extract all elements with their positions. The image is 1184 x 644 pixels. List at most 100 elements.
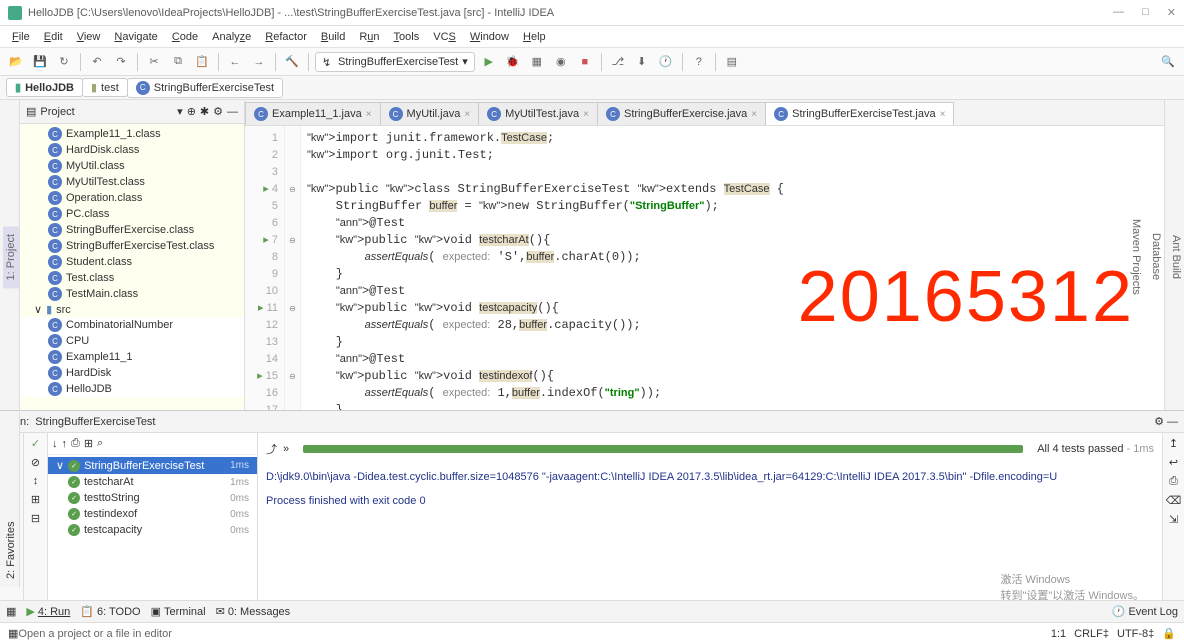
history-icon[interactable]: 🕐	[656, 52, 676, 72]
save-icon[interactable]: 💾	[30, 52, 50, 72]
menu-code[interactable]: Code	[166, 29, 204, 45]
back-icon[interactable]: ←	[225, 52, 245, 72]
editor-tab[interactable]: CStringBufferExercise.java×	[597, 102, 766, 125]
test-item[interactable]: ✓testcharAt1ms	[48, 474, 257, 490]
tab-ant[interactable]: Ant Build	[1168, 227, 1184, 287]
menu-edit[interactable]: Edit	[38, 29, 69, 45]
close-tab-icon[interactable]: ×	[464, 109, 470, 120]
tree-item[interactable]: CHelloJDB	[20, 381, 244, 397]
crumb-file[interactable]: CStringBufferExerciseTest	[127, 78, 283, 98]
redo-icon[interactable]: ↷	[111, 52, 131, 72]
structure-icon[interactable]: ▤	[722, 52, 742, 72]
tree-item[interactable]: CStudent.class	[20, 254, 244, 270]
close-tab-icon[interactable]: ×	[366, 109, 372, 120]
tb-icon[interactable]: ⌕	[97, 437, 103, 450]
menu-file[interactable]: File	[6, 29, 36, 45]
collapse-all-icon[interactable]: ⊟	[31, 512, 40, 525]
menu-refactor[interactable]: Refactor	[259, 29, 313, 45]
tb-icon[interactable]: ⊞	[84, 437, 93, 450]
export-icon[interactable]: ⇲	[1169, 513, 1178, 526]
tree-item[interactable]: CExample11_1	[20, 349, 244, 365]
tab-favorites[interactable]: 2: Favorites	[3, 412, 19, 587]
coverage-icon[interactable]: ▦	[527, 52, 547, 72]
editor-tab[interactable]: CStringBufferExerciseTest.java×	[765, 102, 954, 125]
help-icon[interactable]: ?	[689, 52, 709, 72]
bottom-messages[interactable]: ✉0: Messages	[216, 605, 291, 618]
bottom-todo[interactable]: 📋6: TODO	[80, 605, 140, 618]
forward-icon[interactable]: →	[249, 52, 269, 72]
menu-vcs[interactable]: VCS	[427, 29, 462, 45]
tb-icon[interactable]: ⤴	[266, 441, 277, 457]
paste-icon[interactable]: 📋	[192, 52, 212, 72]
tb-icon[interactable]: ↑	[62, 438, 68, 450]
cut-icon[interactable]: ✂	[144, 52, 164, 72]
maximize-icon[interactable]: □	[1142, 6, 1149, 19]
run-config-combo[interactable]: ↯ StringBufferExerciseTest ▾	[315, 52, 475, 72]
tree-item[interactable]: CMyUtilTest.class	[20, 174, 244, 190]
tree-item[interactable]: CStringBufferExerciseTest.class	[20, 238, 244, 254]
hide-icon[interactable]: —	[227, 106, 238, 118]
fold-gutter[interactable]: ⊖⊖⊖⊖	[285, 126, 301, 410]
tree-item[interactable]: CHardDisk	[20, 365, 244, 381]
tree-item[interactable]: CCPU	[20, 333, 244, 349]
bottom-terminal[interactable]: ▣Terminal	[151, 605, 206, 618]
clear-icon[interactable]: ⌫	[1166, 494, 1182, 507]
tree-item[interactable]: CHardDisk.class	[20, 142, 244, 158]
undo-icon[interactable]: ↶	[87, 52, 107, 72]
pass-filter-icon[interactable]: ✓	[31, 437, 40, 450]
run-button[interactable]: ▶	[479, 52, 499, 72]
build-icon[interactable]: 🔨	[282, 52, 302, 72]
copy-icon[interactable]: ⧉	[168, 52, 188, 72]
test-item[interactable]: ✓testindexof0ms	[48, 506, 257, 522]
locate-icon[interactable]: ⊕	[187, 105, 196, 118]
refresh-icon[interactable]: ↻	[54, 52, 74, 72]
stop-button[interactable]: ■	[575, 52, 595, 72]
collapse-icon[interactable]: ✱	[200, 105, 209, 118]
menu-run[interactable]: Run	[353, 29, 385, 45]
tree-folder-src[interactable]: ∨▮src	[20, 302, 244, 317]
vcs-icon[interactable]: ⎇	[608, 52, 628, 72]
tool-window-icon[interactable]: ▦	[6, 605, 16, 618]
tb-icon[interactable]: ⎙	[71, 437, 80, 450]
settings-icon[interactable]: ⚙	[213, 105, 223, 118]
tree-item[interactable]: CStringBufferExercise.class	[20, 222, 244, 238]
editor-tab[interactable]: CExample11_1.java×	[245, 102, 381, 125]
tree-item[interactable]: CTest.class	[20, 270, 244, 286]
run-settings-icon[interactable]: ⚙ —	[1154, 415, 1178, 428]
editor-tab[interactable]: CMyUtilTest.java×	[478, 102, 598, 125]
lock-icon[interactable]: 🔒	[1162, 627, 1176, 640]
tb-icon[interactable]: »	[283, 443, 289, 455]
encoding[interactable]: UTF-8‡	[1117, 628, 1154, 640]
crumb-folder[interactable]: ▮test	[82, 78, 128, 97]
menu-window[interactable]: Window	[464, 29, 515, 45]
wrap-icon[interactable]: ↩	[1169, 456, 1178, 469]
bottom-run[interactable]: ▶4: Run	[26, 605, 70, 618]
tree-item[interactable]: CPC.class	[20, 206, 244, 222]
expand-icon[interactable]: ⊞	[31, 493, 40, 506]
cursor-pos[interactable]: 1:1	[1051, 628, 1066, 640]
close-icon[interactable]: ✕	[1167, 6, 1176, 19]
bottom-eventlog[interactable]: 🕐Event Log	[1112, 605, 1178, 618]
update-icon[interactable]: ⬇	[632, 52, 652, 72]
menu-help[interactable]: Help	[517, 29, 552, 45]
menu-view[interactable]: View	[71, 29, 107, 45]
line-sep[interactable]: CRLF‡	[1074, 628, 1109, 640]
test-item[interactable]: ∨ ✓StringBufferExerciseTest1ms	[48, 457, 257, 474]
status-icon[interactable]: ▦	[8, 627, 18, 640]
tree-item[interactable]: COperation.class	[20, 190, 244, 206]
close-tab-icon[interactable]: ×	[583, 109, 589, 120]
search-icon[interactable]: 🔍	[1158, 52, 1178, 72]
tree-item[interactable]: CTestMain.class	[20, 286, 244, 302]
tree-item[interactable]: CExample11_1.class	[20, 126, 244, 142]
project-tree[interactable]: CExample11_1.classCHardDisk.classCMyUtil…	[20, 124, 244, 410]
tree-item[interactable]: CCombinatorialNumber	[20, 317, 244, 333]
tree-item[interactable]: CMyUtil.class	[20, 158, 244, 174]
close-tab-icon[interactable]: ×	[751, 109, 757, 120]
console[interactable]: D:\jdk9.0\bin\java -Didea.test.cyclic.bu…	[258, 465, 1162, 600]
menu-build[interactable]: Build	[315, 29, 351, 45]
crumb-project[interactable]: ▮HelloJDB	[6, 78, 83, 97]
fail-filter-icon[interactable]: ⊘	[31, 456, 40, 469]
menu-analyze[interactable]: Analyze	[206, 29, 257, 45]
profile-icon[interactable]: ◉	[551, 52, 571, 72]
debug-button[interactable]: 🐞	[503, 52, 523, 72]
